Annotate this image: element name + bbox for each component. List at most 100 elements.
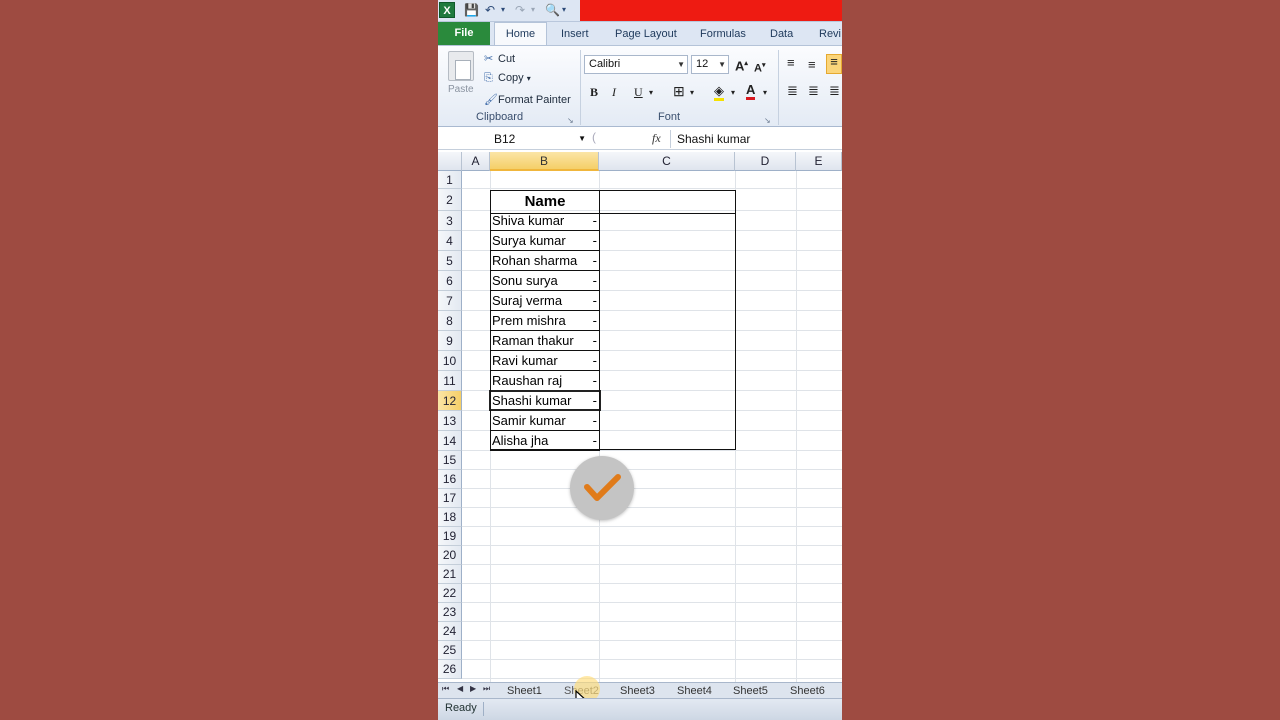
row-header[interactable]: 8 [438,311,462,331]
redo-icon[interactable]: ↷ [515,2,525,18]
name-box[interactable]: B12 ▼ [440,130,588,148]
print-preview-icon[interactable]: 🔍 [545,2,560,18]
sheet-tab-1[interactable]: Sheet1 [507,684,542,698]
gridline [462,188,842,189]
align-left-icon[interactable]: ≣ [787,84,798,98]
font-dialog-launcher-icon[interactable]: ↘ [764,114,771,128]
tab-review[interactable]: Revi [819,26,841,42]
font-color-dropdown-icon[interactable]: ▾ [763,86,767,100]
bold-button[interactable]: B [590,85,598,99]
ribbon: Paste ✂ Cut ⎘ Copy ▾ 🖌Format Painter Clipb… [438,45,842,127]
next-sheet-icon[interactable]: ▶ [470,684,476,693]
tab-data[interactable]: Data [770,26,793,42]
chevron-down-icon: ▼ [718,60,726,69]
undo-dropdown-icon[interactable]: ▾ [501,2,505,18]
align-bottom-icon[interactable]: ≡ [826,54,842,74]
grow-font-icon[interactable]: A▴ [735,57,748,73]
row-header[interactable]: 13 [438,411,462,431]
row-header[interactable]: 19 [438,527,462,546]
font-family-select[interactable]: Calibri ▼ [584,55,688,74]
row-header[interactable]: 18 [438,508,462,527]
row-header[interactable]: 16 [438,470,462,489]
row-header[interactable]: 2 [438,189,462,211]
prev-sheet-icon[interactable]: ◀ [457,684,463,693]
sheet-tab-4[interactable]: Sheet4 [677,684,712,698]
sheet-tab-3[interactable]: Sheet3 [620,684,655,698]
paste-icon[interactable] [448,51,474,81]
column-header-a[interactable]: A [462,152,490,171]
save-icon[interactable]: 💾 [464,2,479,18]
column-header-d[interactable]: D [735,152,796,171]
font-color-icon[interactable]: A [746,83,756,100]
insert-function-button[interactable]: fx [652,131,661,146]
row-header[interactable]: 24 [438,622,462,641]
row-header[interactable]: 15 [438,451,462,470]
row-header[interactable]: 4 [438,231,462,251]
fill-color-icon[interactable]: ◈ [714,84,724,101]
tab-insert[interactable]: Insert [561,26,589,42]
column-header-e[interactable]: E [796,152,842,171]
gridline [462,621,842,622]
row-header[interactable]: 6 [438,271,462,291]
tab-page-layout[interactable]: Page Layout [615,26,677,42]
borders-dropdown-icon[interactable]: ▾ [690,86,694,100]
row-header[interactable]: 14 [438,431,462,451]
fill-color-dropdown-icon[interactable]: ▾ [731,86,735,100]
row-header[interactable]: 22 [438,584,462,603]
row-header[interactable]: 21 [438,565,462,584]
align-center-icon[interactable]: ≣ [808,84,819,98]
copy-dropdown-icon[interactable]: ▾ [527,74,531,83]
status-text: Ready [445,702,477,714]
paste-button-label[interactable]: Paste [448,84,474,95]
gridline [796,171,797,682]
column-header-b[interactable]: B [490,152,599,171]
check-button[interactable] [570,456,634,520]
row-header[interactable]: 20 [438,546,462,565]
undo-icon[interactable]: ↶ [485,2,495,18]
gridline [462,602,842,603]
font-size-select[interactable]: 12 ▼ [691,55,729,74]
shrink-font-icon[interactable]: A▾ [754,59,765,76]
last-sheet-icon[interactable]: ⏭ [483,684,490,694]
row-header[interactable]: 5 [438,251,462,271]
sheet-tab-5[interactable]: Sheet5 [733,684,768,698]
first-sheet-icon[interactable]: ⏮ [442,684,449,694]
row-header[interactable]: 3 [438,211,462,231]
row-header[interactable]: 12 [438,391,462,411]
underline-button[interactable]: U [634,85,643,99]
redo-dropdown-icon[interactable]: ▾ [531,2,535,18]
brush-icon: 🖌 [484,94,498,106]
table-header-name[interactable]: Name [490,193,600,210]
spreadsheet-grid[interactable]: A B C D E 1 2 3 4 5 6 7 8 9 10 11 12 13 14 15 16 17 18 19 2… [438,152,842,682]
align-middle-icon[interactable]: ≡ [808,58,816,72]
collapse-handle-icon: ( [592,130,596,144]
row-header[interactable]: 10 [438,351,462,371]
select-all-corner[interactable] [438,152,462,171]
customize-toolbar-icon[interactable]: ▾ [562,2,566,18]
sheet-tab-6[interactable]: Sheet6 [790,684,825,698]
copy-label: Copy [498,72,524,84]
row-header[interactable]: 1 [438,171,462,189]
cut-label: Cut [498,53,516,65]
row-header[interactable]: 26 [438,660,462,679]
column-header-c[interactable]: C [599,152,735,171]
tab-formulas[interactable]: Formulas [700,26,746,42]
copy-button[interactable]: ⎘ Copy ▾ [484,72,531,85]
underline-dropdown-icon[interactable]: ▾ [649,86,653,100]
row-header[interactable]: 11 [438,371,462,391]
tab-file[interactable]: File [438,22,490,45]
borders-icon[interactable]: ⊞ [673,84,685,98]
cut-button[interactable]: ✂ Cut [484,52,515,65]
row-header[interactable]: 25 [438,641,462,660]
align-right-icon[interactable]: ≣ [829,84,840,98]
row-header[interactable]: 17 [438,489,462,508]
format-painter-button[interactable]: 🖌Format Painter [484,93,571,106]
align-top-icon[interactable]: ≡ [787,56,795,70]
row-header[interactable]: 23 [438,603,462,622]
tab-home[interactable]: Home [494,22,547,46]
formula-input[interactable]: Shashi kumar [670,130,842,148]
row-header[interactable]: 9 [438,331,462,351]
italic-button[interactable]: I [612,85,616,99]
clipboard-dialog-launcher-icon[interactable]: ↘ [567,114,574,128]
row-header[interactable]: 7 [438,291,462,311]
